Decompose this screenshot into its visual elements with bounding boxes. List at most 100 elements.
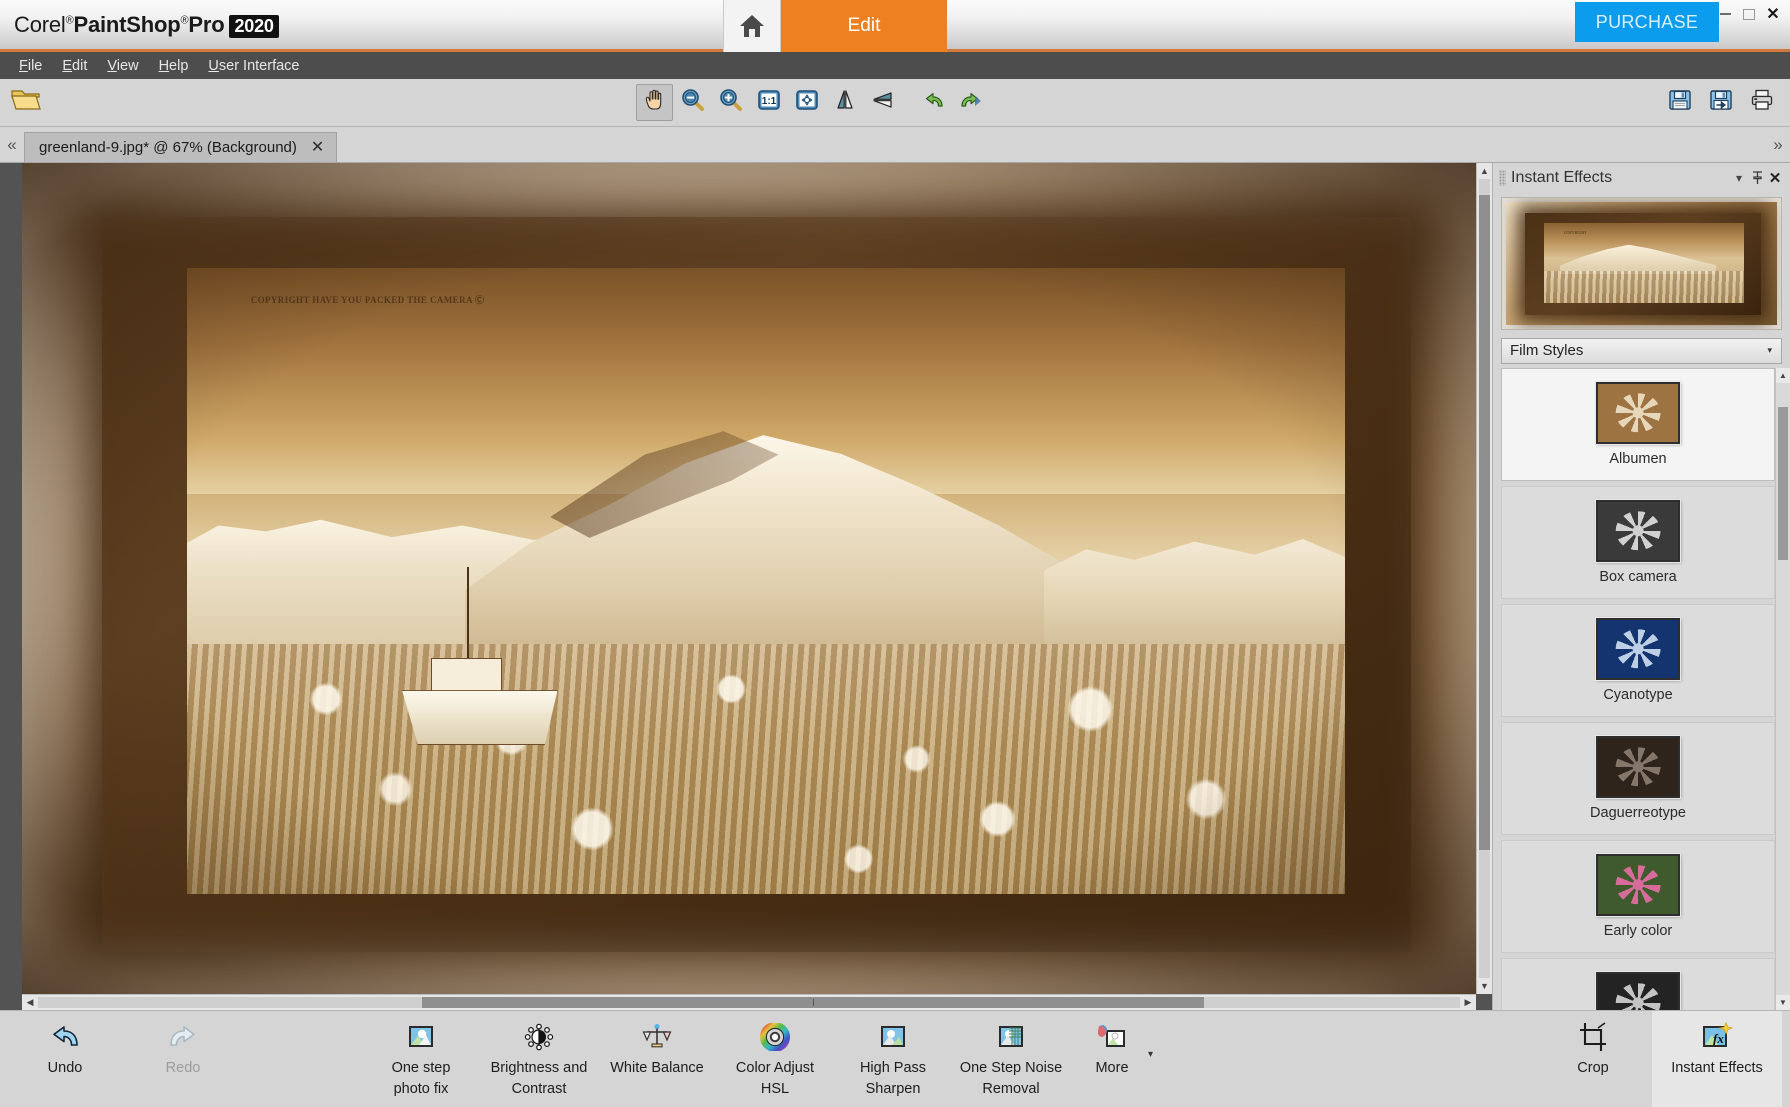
bottom-instant-effects-button[interactable]: fx Instant Effects bbox=[1652, 1011, 1782, 1107]
document-tab-close-icon[interactable]: ✕ bbox=[311, 137, 324, 157]
canvas-vscroll-track[interactable] bbox=[1479, 179, 1490, 978]
close-icon[interactable]: ✕ bbox=[1762, 2, 1784, 26]
photo-vintage-border: COPYRIGHT HAVE YOU PACKED THE CAMERA Ⓒ bbox=[101, 217, 1411, 953]
canvas-vscroll-thumb[interactable] bbox=[1479, 194, 1490, 851]
restore-icon[interactable] bbox=[1738, 2, 1760, 26]
boat-mast bbox=[466, 566, 469, 665]
bottom-hsl-label1: Color Adjust bbox=[735, 1060, 815, 1076]
fit-to-window-button[interactable] bbox=[788, 84, 825, 121]
style-thumbnail bbox=[1596, 499, 1680, 562]
zoom-in-button[interactable] bbox=[712, 84, 749, 121]
menu-edit[interactable]: Edit bbox=[53, 55, 96, 77]
bottom-toolbar: Undo Redo One step photo fix Brightness … bbox=[0, 1010, 1790, 1107]
style-item[interactable]: Daguerreotype bbox=[1501, 721, 1775, 835]
menu-view[interactable]: View bbox=[98, 55, 147, 77]
preview-sea bbox=[1543, 270, 1745, 303]
canvas-hscroll-track[interactable] bbox=[38, 997, 1460, 1008]
chevron-down-icon: ▾ bbox=[1767, 345, 1772, 356]
photo-content: COPYRIGHT HAVE YOU PACKED THE CAMERA Ⓒ bbox=[187, 268, 1346, 894]
tab-home[interactable] bbox=[723, 0, 781, 52]
brand-corel: Corel bbox=[14, 12, 66, 37]
mirror-button[interactable] bbox=[826, 84, 863, 121]
panel-close-icon[interactable]: ✕ bbox=[1766, 168, 1784, 188]
bottom-brightness-contrast-button[interactable]: Brightness and Contrast bbox=[480, 1011, 598, 1099]
styles-scroll-up[interactable]: ▲ bbox=[1776, 368, 1790, 383]
style-item[interactable]: Film noir bbox=[1501, 957, 1775, 1010]
photo-backdrop: COPYRIGHT HAVE YOU PACKED THE CAMERA Ⓒ bbox=[22, 163, 1476, 994]
style-label: Daguerreotype bbox=[1590, 804, 1686, 821]
style-label: Early color bbox=[1603, 922, 1673, 939]
style-item[interactable]: Early color bbox=[1501, 839, 1775, 953]
image-canvas[interactable]: COPYRIGHT HAVE YOU PACKED THE CAMERA Ⓒ bbox=[22, 163, 1476, 994]
panel-menu-caret-icon[interactable]: ▾ bbox=[1730, 168, 1748, 188]
iceberg-right bbox=[1044, 539, 1346, 657]
styles-scroll-down[interactable]: ▼ bbox=[1776, 995, 1790, 1010]
zoom-out-button[interactable] bbox=[674, 84, 711, 121]
tab-edit[interactable]: Edit bbox=[781, 0, 947, 52]
minimize-icon[interactable] bbox=[1714, 2, 1736, 26]
print-button[interactable] bbox=[1743, 84, 1780, 121]
bottom-one-step-noise-removal-button[interactable]: One Step Noise Removal bbox=[952, 1011, 1070, 1099]
bottom-more-button[interactable]: More bbox=[1070, 1011, 1154, 1079]
style-list[interactable]: Albumen Box camera Cyanotype Daguerreotype E… bbox=[1501, 367, 1775, 1010]
pan-tool-button[interactable] bbox=[636, 84, 673, 121]
bottom-high-pass-sharpen-button[interactable]: High Pass Sharpen bbox=[834, 1011, 952, 1099]
bottom-noise-label2: Removal bbox=[982, 1080, 1040, 1097]
style-category-select[interactable]: Film Styles ▾ bbox=[1501, 337, 1782, 364]
purchase-label: PURCHASE bbox=[1595, 11, 1699, 32]
canvas-horizontal-scrollbar[interactable]: ◀ ▶ bbox=[22, 994, 1476, 1010]
bottom-more-label: More bbox=[1095, 1060, 1129, 1076]
flower-icon bbox=[1598, 974, 1678, 1010]
styles-vertical-scrollbar[interactable]: ▲ ▼ bbox=[1775, 367, 1790, 1010]
bottom-undo-button[interactable]: Undo bbox=[6, 1011, 124, 1079]
menu-file[interactable]: File bbox=[10, 55, 51, 77]
style-item[interactable]: Cyanotype bbox=[1501, 603, 1775, 717]
window-controls: ✕ bbox=[1714, 2, 1784, 26]
undo-arrow-icon bbox=[48, 1020, 82, 1054]
preview-iceberg bbox=[1559, 244, 1717, 275]
panel-drag-handle[interactable] bbox=[1499, 170, 1506, 186]
style-item[interactable]: Box camera bbox=[1501, 485, 1775, 599]
menu-help[interactable]: Help bbox=[150, 55, 198, 77]
canvas-scroll-right[interactable]: ▶ bbox=[1460, 995, 1476, 1011]
toolbar-undo-button[interactable] bbox=[914, 84, 951, 121]
bottom-white-balance-button[interactable]: White Balance bbox=[598, 1011, 716, 1079]
menu-view-rest: iew bbox=[116, 57, 139, 74]
workspace-tabs: Edit bbox=[723, 0, 947, 52]
purchase-button[interactable]: PURCHASE bbox=[1575, 2, 1719, 42]
canvas-vertical-scrollbar[interactable]: ▲ ▼ bbox=[1476, 163, 1492, 994]
bottom-one-step-photo-fix-button[interactable]: One step photo fix bbox=[362, 1011, 480, 1099]
tabs-scroll-right[interactable]: » bbox=[1766, 135, 1790, 155]
file-tools bbox=[1661, 84, 1780, 121]
bottom-undo-label: Undo bbox=[47, 1060, 83, 1076]
canvas-hscroll-thumb[interactable] bbox=[421, 997, 1205, 1008]
fit-window-icon bbox=[794, 87, 820, 118]
menu-user-interface[interactable]: User Interface bbox=[199, 55, 308, 77]
styles-vscroll-thumb[interactable] bbox=[1778, 407, 1788, 561]
document-tab[interactable]: greenland-9.jpg* @ 67% (Background) ✕ bbox=[24, 131, 338, 162]
open-button[interactable] bbox=[8, 85, 44, 121]
flower-icon bbox=[1598, 738, 1678, 796]
bottom-brightness-label2: Contrast bbox=[511, 1080, 567, 1097]
bottom-redo-button[interactable]: Redo bbox=[124, 1011, 242, 1079]
canvas-scroll-left[interactable]: ◀ bbox=[22, 995, 38, 1011]
canvas-area[interactable]: COPYRIGHT HAVE YOU PACKED THE CAMERA Ⓒ ▲… bbox=[0, 163, 1492, 1010]
flip-button[interactable] bbox=[864, 84, 901, 121]
preview-vintage-border: COPYRIGHT bbox=[1524, 213, 1761, 315]
bottom-crop-button[interactable]: Crop bbox=[1534, 1011, 1652, 1079]
save-as-button[interactable] bbox=[1702, 84, 1739, 121]
bottom-color-adjust-hsl-button[interactable]: Color Adjust HSL bbox=[716, 1011, 834, 1099]
toolbar-redo-button[interactable] bbox=[952, 84, 989, 121]
tabs-scroll-left[interactable]: « bbox=[0, 135, 24, 155]
canvas-scroll-up[interactable]: ▲ bbox=[1477, 163, 1493, 179]
more-caret-icon[interactable]: ▾ bbox=[1148, 1049, 1153, 1060]
style-thumbnail bbox=[1596, 735, 1680, 798]
bottom-hsl-label2: HSL bbox=[760, 1080, 790, 1097]
save-button[interactable] bbox=[1661, 84, 1698, 121]
style-item[interactable]: Albumen bbox=[1501, 367, 1775, 481]
canvas-left-gutter bbox=[0, 163, 22, 1010]
pin-icon[interactable] bbox=[1748, 168, 1766, 188]
canvas-scroll-down[interactable]: ▼ bbox=[1477, 978, 1493, 994]
styles-vscroll-track[interactable] bbox=[1776, 382, 1790, 995]
actual-size-button[interactable]: 1:1 bbox=[750, 84, 787, 121]
